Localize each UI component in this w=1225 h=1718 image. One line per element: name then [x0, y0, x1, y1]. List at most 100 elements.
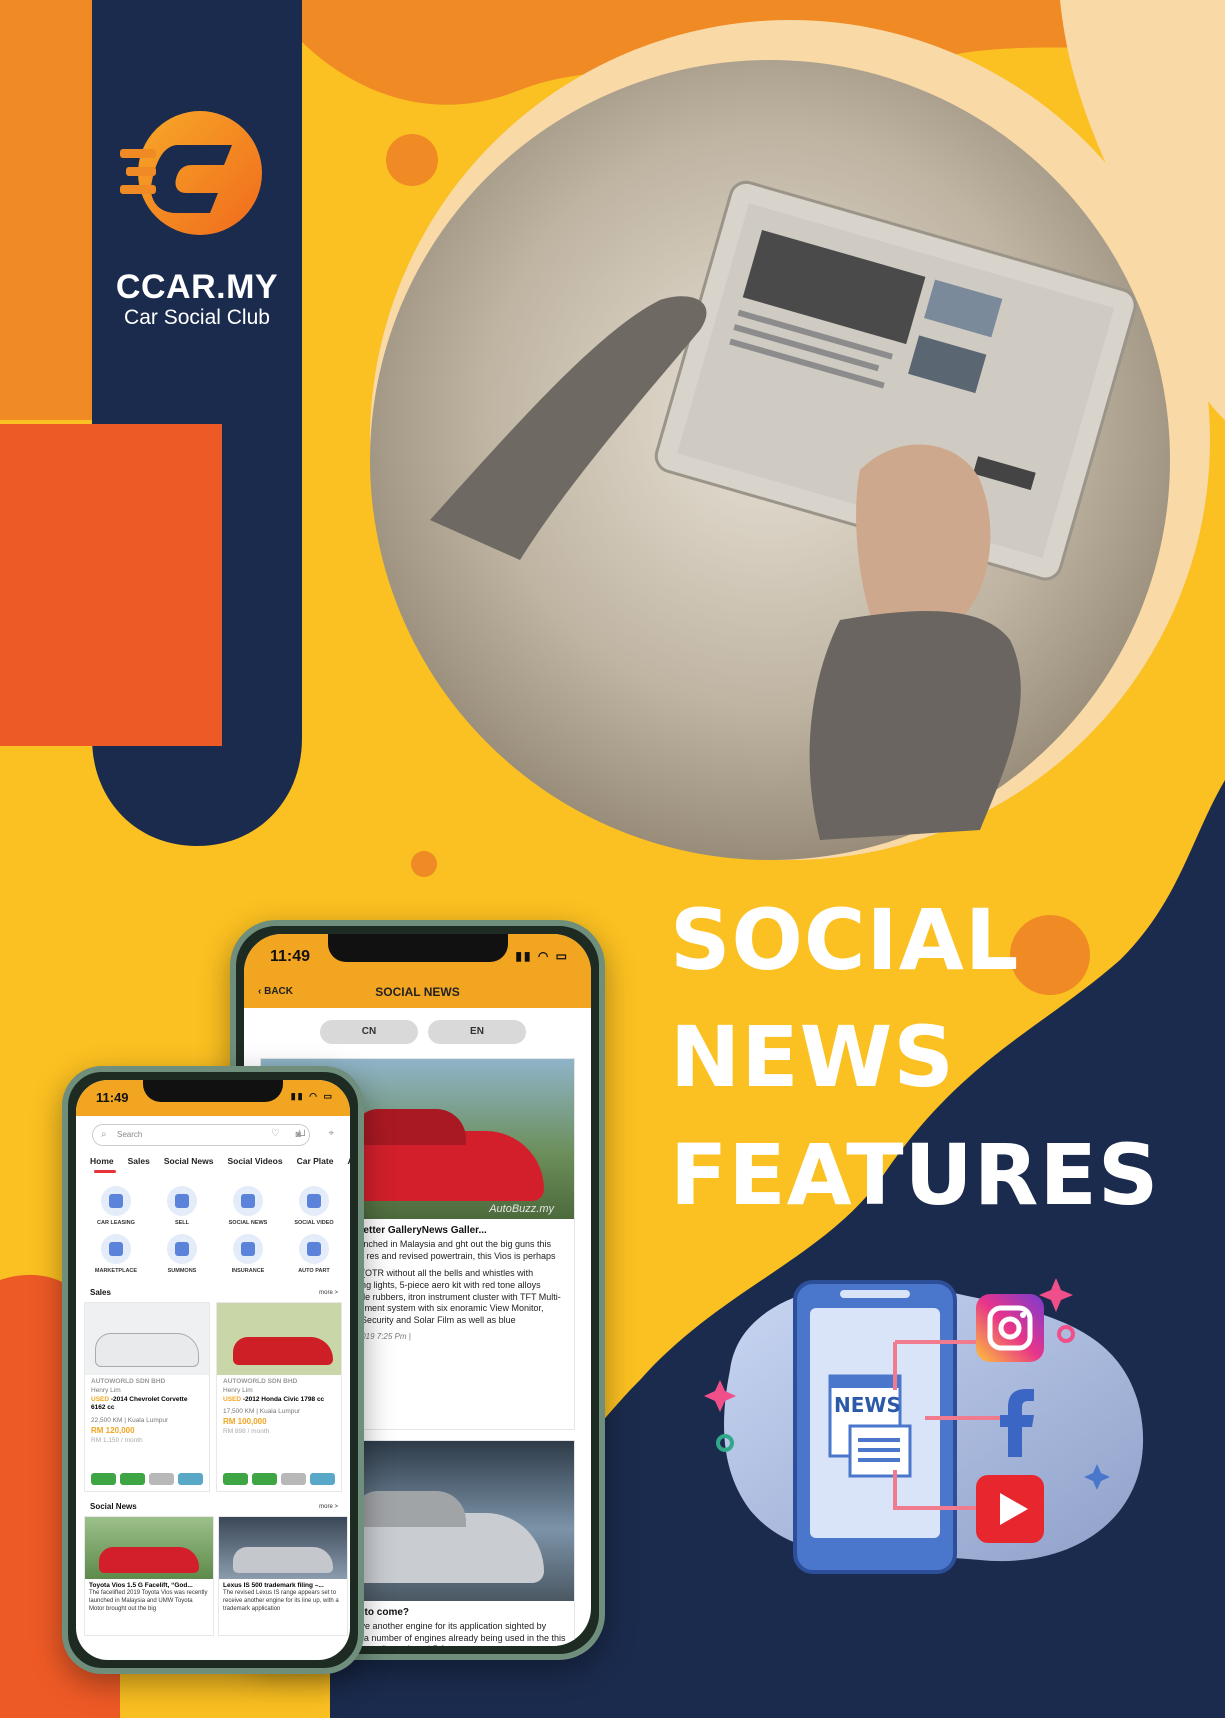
- category-sell[interactable]: SELL: [154, 1186, 210, 1226]
- listing-person: Henry Lim: [91, 1386, 121, 1394]
- news-card-body: The revised Lexus IS range appears set t…: [223, 1590, 339, 1612]
- listing-monthly: RM 898 / month: [223, 1427, 270, 1435]
- news-nav-bar: ‹ BACK SOCIAL NEWS: [244, 978, 591, 1008]
- insurance-icon: [233, 1234, 263, 1264]
- category-label: SELL: [174, 1220, 190, 1226]
- test-drive-button[interactable]: [178, 1473, 203, 1485]
- category-label: SOCIAL VIDEO: [294, 1220, 334, 1226]
- listing-price: RM 120,000: [91, 1425, 135, 1435]
- listing-info: 22,500 KM | Kuala Lumpur: [91, 1417, 169, 1425]
- signal-wifi-battery-icon: ▮▮ ◠ ▭: [290, 1091, 334, 1101]
- home-phone: 11:49 ▮▮ ◠ ▭ ⌕ Search ◙ ♡ ⊔ ⌖ Home Sales S…: [62, 1066, 364, 1674]
- home-tabs: Home Sales Social News Social Videos Car Pla…: [90, 1156, 350, 1166]
- listing-used-badge: USED: [223, 1395, 242, 1403]
- lang-en-button[interactable]: EN: [428, 1020, 526, 1044]
- tab-home[interactable]: Home: [90, 1156, 114, 1166]
- category-label: SUMMONS: [167, 1268, 197, 1274]
- category-social-news[interactable]: SOCIAL NEWS: [220, 1186, 276, 1226]
- social-video-icon: [299, 1186, 329, 1216]
- phone-notch: [327, 934, 508, 962]
- social-news-section-title: Social News: [90, 1502, 137, 1511]
- test-drive-button[interactable]: [310, 1473, 335, 1485]
- sales-section-title: Sales: [90, 1288, 111, 1297]
- location-icon[interactable]: ⌖: [328, 1128, 334, 1139]
- ccar-logo-mark: [120, 111, 262, 235]
- sale-listing-card[interactable]: AUTOWORLD SDN BHD Henry Lim USED -2012 H…: [216, 1302, 342, 1492]
- category-label: AUTO PART: [298, 1268, 330, 1274]
- search-icon: ⌕: [101, 1129, 107, 1140]
- tab-sales[interactable]: Sales: [128, 1156, 150, 1166]
- active-tab-indicator: [94, 1170, 116, 1173]
- category-insurance[interactable]: INSURANCE: [220, 1234, 276, 1274]
- category-auto-part[interactable]: AUTO PART: [286, 1234, 342, 1274]
- status-time: 11:49: [270, 948, 311, 965]
- sales-more-link[interactable]: more >: [319, 1290, 338, 1296]
- news-card-title: Lexus IS 500 trademark filing –...: [223, 1582, 324, 1589]
- status-time: 11:49: [96, 1090, 129, 1105]
- category-label: INSURANCE: [231, 1268, 265, 1274]
- category-label: SOCIAL NEWS: [228, 1220, 268, 1226]
- listing-dealer: AUTOWORLD SDN BHD: [223, 1378, 298, 1385]
- search-placeholder: Search: [117, 1130, 143, 1139]
- headline-line1: SOCIAL: [670, 891, 1020, 989]
- category-label: CAR LEASING: [97, 1220, 135, 1226]
- auto-part-icon: [299, 1234, 329, 1264]
- listing-person: Henry Lim: [223, 1386, 253, 1394]
- call-button[interactable]: [252, 1473, 277, 1485]
- brand-name: CCAR.MY: [115, 268, 279, 306]
- news-card-title: Toyota Vios 1.5 G Facelift, “God...: [89, 1582, 193, 1589]
- news-card-body: The facelifted 2019 Toyota Vios was rece…: [89, 1590, 208, 1612]
- tab-social-videos[interactable]: Social Videos: [227, 1156, 282, 1166]
- tab-social-news[interactable]: Social News: [164, 1156, 214, 1166]
- listing-info: 17,500 KM | Kuala Lumpur: [223, 1408, 301, 1416]
- social-news-card[interactable]: Toyota Vios 1.5 G Facelift, “God... The …: [84, 1516, 214, 1636]
- status-bar: 11:49 ▮▮ ◠ ▭: [244, 934, 591, 978]
- ccar-logo: [120, 105, 280, 250]
- home-phone-screen: 11:49 ▮▮ ◠ ▭ ⌕ Search ◙ ♡ ⊔ ⌖ Home Sales S…: [76, 1080, 350, 1660]
- tab-car-plate[interactable]: Car Plate: [297, 1156, 334, 1166]
- white-suv-image: [95, 1333, 199, 1367]
- category-social-video[interactable]: SOCIAL VIDEO: [286, 1186, 342, 1226]
- category-label: MARKETPLACE: [94, 1268, 138, 1274]
- call-button[interactable]: [120, 1473, 145, 1485]
- listing-actions: [91, 1473, 203, 1485]
- news-label: NEWS: [834, 1393, 901, 1417]
- summons-icon: [167, 1234, 197, 1264]
- red-car-thumb: [99, 1547, 199, 1573]
- news-thumb: [219, 1517, 347, 1579]
- listing-dealer: AUTOWORLD SDN BHD: [91, 1378, 166, 1385]
- car-leasing-icon: [101, 1186, 131, 1216]
- red-sportscar-image: [233, 1337, 333, 1365]
- category-car-leasing[interactable]: CAR LEASING: [88, 1186, 144, 1226]
- sale-listing-card[interactable]: AUTOWORLD SDN BHD Henry Lim USED -2014 C…: [84, 1302, 210, 1492]
- social-news-card[interactable]: Lexus IS 500 trademark filing –... The r…: [218, 1516, 348, 1636]
- compare-button[interactable]: [149, 1473, 174, 1485]
- compare-button[interactable]: [281, 1473, 306, 1485]
- whatsapp-button[interactable]: [223, 1473, 248, 1485]
- headline-line2: NEWS: [670, 1008, 955, 1106]
- category-marketplace[interactable]: MARKETPLACE: [88, 1234, 144, 1274]
- category-summons[interactable]: SUMMONS: [154, 1234, 210, 1274]
- poster: CCAR.MY Car Social Club SOCIAL NEWS FEAT…: [0, 0, 1225, 1718]
- heart-icon[interactable]: ♡: [271, 1128, 280, 1139]
- status-bar: 11:49 ▮▮ ◠ ▭: [76, 1080, 350, 1116]
- whatsapp-button[interactable]: [91, 1473, 116, 1485]
- news-page-title: SOCIAL NEWS: [375, 985, 460, 999]
- cart-icon[interactable]: ⊔: [298, 1128, 306, 1139]
- phone-notch: [143, 1080, 283, 1102]
- image-watermark: AutoBuzz.my: [489, 1203, 554, 1215]
- listing-image: [217, 1303, 341, 1375]
- listing-price: RM 100,000: [223, 1417, 267, 1427]
- social-media-illustration: NEWS: [704, 1278, 1144, 1574]
- tab-more[interactable]: Au: [347, 1156, 350, 1166]
- listing-actions: [223, 1473, 335, 1485]
- silver-car-thumb: [233, 1547, 333, 1573]
- signal-wifi-battery-icon: ▮▮ ◠ ▭: [515, 949, 569, 963]
- lang-cn-button[interactable]: CN: [320, 1020, 418, 1044]
- social-news-icon: [233, 1186, 263, 1216]
- instagram-icon: [976, 1294, 1044, 1362]
- listing-used-badge: USED: [91, 1395, 110, 1403]
- marketplace-icon: [101, 1234, 131, 1264]
- social-news-more-link[interactable]: more >: [319, 1504, 338, 1510]
- brand-tagline: Car Social Club: [124, 306, 270, 329]
